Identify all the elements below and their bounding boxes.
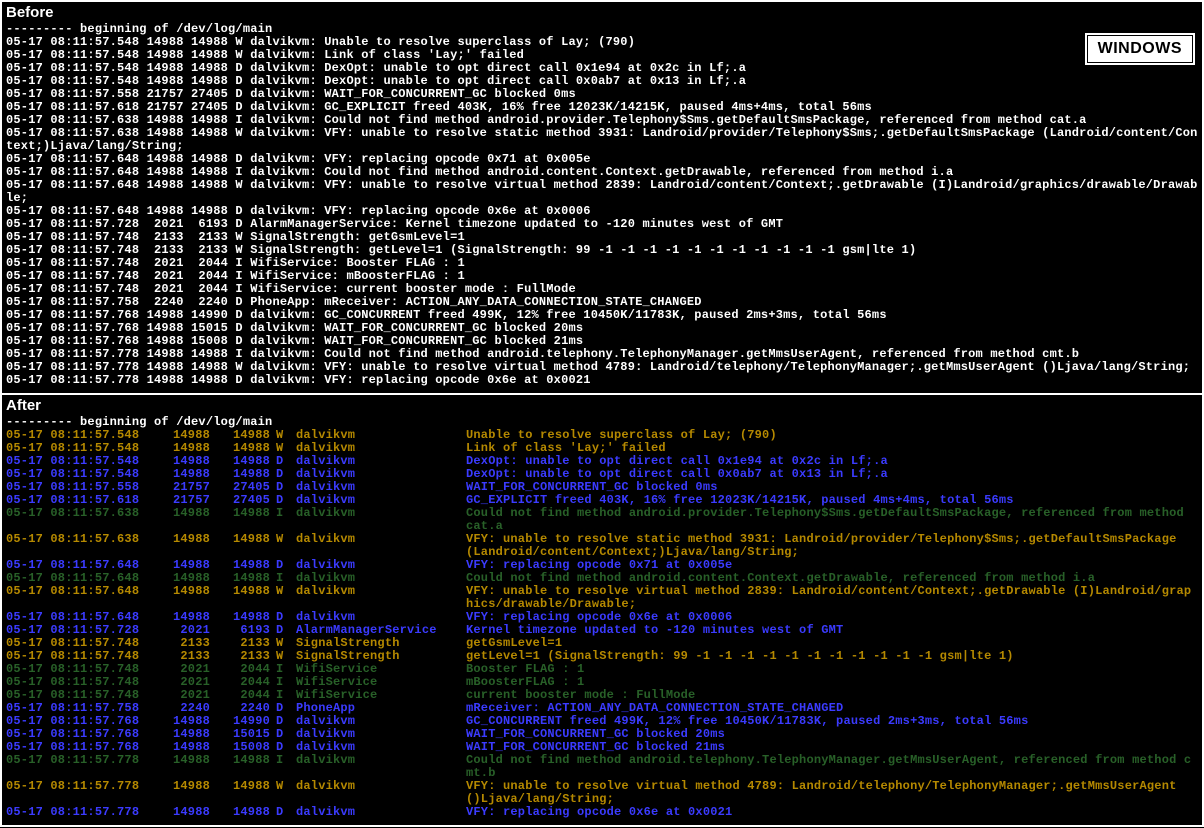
col-tid: 14988 xyxy=(216,780,276,806)
log-row: 05-17 08:11:57.6481498814988IdalvikvmCou… xyxy=(6,572,1198,585)
log-line: 05-17 08:11:57.778 14988 14988 D dalvikv… xyxy=(6,374,1198,387)
col-datetime: 05-17 08:11:57.778 xyxy=(6,754,156,780)
col-level: W xyxy=(276,533,296,559)
col-pid: 14988 xyxy=(156,507,216,533)
col-message: Could not find method android.telephony.… xyxy=(466,754,1198,780)
col-level: W xyxy=(276,585,296,611)
after-title: After xyxy=(2,395,1202,414)
before-log-output: --------- beginning of /dev/log/main05-1… xyxy=(2,21,1202,393)
log-row: 05-17 08:11:57.7781498814988IdalvikvmCou… xyxy=(6,754,1198,780)
col-pid: 2021 xyxy=(156,689,216,702)
col-message: Kernel timezone updated to -120 minutes … xyxy=(466,624,1198,637)
col-datetime: 05-17 08:11:57.648 xyxy=(6,585,156,611)
log-row: 05-17 08:11:57.6481498814988WdalvikvmVFY… xyxy=(6,585,1198,611)
col-pid: 14988 xyxy=(156,572,216,585)
col-message: Could not find method android.content.Co… xyxy=(466,572,1198,585)
after-section: After --------- beginning of /dev/log/ma… xyxy=(0,393,1204,827)
col-pid: 14988 xyxy=(156,780,216,806)
col-message: VFY: unable to resolve virtual method 47… xyxy=(466,780,1198,806)
col-level: W xyxy=(276,780,296,806)
col-pid: 14988 xyxy=(156,533,216,559)
col-datetime: 05-17 08:11:57.778 xyxy=(6,780,156,806)
col-datetime: 05-17 08:11:57.638 xyxy=(6,507,156,533)
col-message: VFY: unable to resolve virtual method 28… xyxy=(466,585,1198,611)
col-tag: dalvikvm xyxy=(296,572,466,585)
col-tag: dalvikvm xyxy=(296,780,466,806)
col-level: I xyxy=(276,689,296,702)
col-tag: dalvikvm xyxy=(296,585,466,611)
log-row: 05-17 08:11:57.6381498814988WdalvikvmVFY… xyxy=(6,533,1198,559)
log-row: 05-17 08:11:57.7781498814988DdalvikvmVFY… xyxy=(6,806,1198,819)
col-datetime: 05-17 08:11:57.648 xyxy=(6,572,156,585)
col-tid: 14988 xyxy=(216,754,276,780)
col-tag: WifiService xyxy=(296,689,466,702)
col-tag: dalvikvm xyxy=(296,533,466,559)
log-row: 05-17 08:11:57.6381498814988IdalvikvmCou… xyxy=(6,507,1198,533)
col-tag: dalvikvm xyxy=(296,507,466,533)
col-message: current booster mode : FullMode xyxy=(466,689,1198,702)
col-tag: dalvikvm xyxy=(296,806,466,819)
col-datetime: 05-17 08:11:57.748 xyxy=(6,689,156,702)
after-log-output: --------- beginning of /dev/log/main05-1… xyxy=(2,414,1202,825)
col-tid: 2044 xyxy=(216,689,276,702)
col-datetime: 05-17 08:11:57.638 xyxy=(6,533,156,559)
col-pid: 14988 xyxy=(156,585,216,611)
col-pid: 14988 xyxy=(156,754,216,780)
col-level: D xyxy=(276,806,296,819)
col-tid: 14988 xyxy=(216,507,276,533)
log-line: 05-17 08:11:57.648 14988 14988 W dalvikv… xyxy=(6,179,1198,205)
log-line: 05-17 08:11:57.638 14988 14988 W dalvikv… xyxy=(6,127,1198,153)
col-level: I xyxy=(276,572,296,585)
col-tid: 14988 xyxy=(216,572,276,585)
col-level: I xyxy=(276,754,296,780)
col-message: Could not find method android.provider.T… xyxy=(466,507,1198,533)
col-datetime: 05-17 08:11:57.778 xyxy=(6,806,156,819)
windows-badge: WINDOWS xyxy=(1084,32,1196,66)
before-title: Before xyxy=(2,2,1202,21)
col-tid: 14988 xyxy=(216,585,276,611)
before-section: Before --------- beginning of /dev/log/m… xyxy=(0,0,1204,393)
col-tid: 14988 xyxy=(216,806,276,819)
col-message: VFY: unable to resolve static method 393… xyxy=(466,533,1198,559)
col-tag: dalvikvm xyxy=(296,754,466,780)
col-tid: 14988 xyxy=(216,533,276,559)
log-row: 05-17 08:11:57.74820212044IWifiServicecu… xyxy=(6,689,1198,702)
col-level: I xyxy=(276,507,296,533)
log-row: 05-17 08:11:57.7781498814988WdalvikvmVFY… xyxy=(6,780,1198,806)
col-message: VFY: replacing opcode 0x6e at 0x0021 xyxy=(466,806,1198,819)
col-pid: 14988 xyxy=(156,806,216,819)
